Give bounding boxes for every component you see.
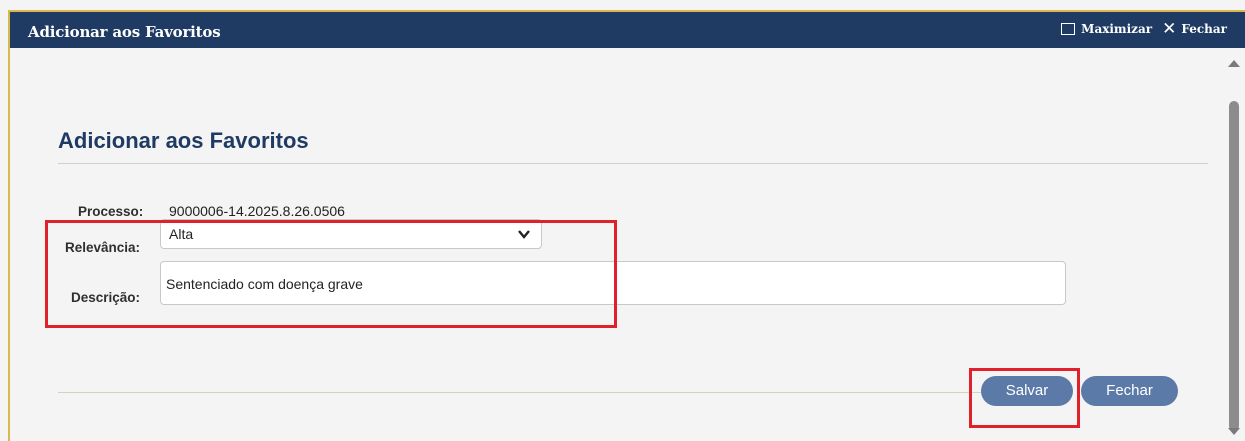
processo-label: Processo:	[78, 204, 144, 219]
window-close-label: Fechar	[1181, 22, 1227, 36]
close-button[interactable]: Fechar	[1081, 376, 1178, 406]
scroll-up-icon[interactable]	[1228, 60, 1240, 67]
maximize-button[interactable]: Maximizar	[1061, 22, 1152, 36]
relevancia-label: Relevância:	[65, 240, 141, 255]
descricao-value: Sentenciado com doença grave	[166, 276, 363, 292]
maximize-icon	[1061, 23, 1076, 35]
title-bar: Adicionar aos Favoritos Maximizar ✕ Fech…	[10, 12, 1245, 48]
relevancia-selected-value: Alta	[169, 226, 194, 242]
close-icon: ✕	[1162, 19, 1177, 39]
form-heading: Adicionar aos Favoritos	[58, 128, 309, 153]
relevancia-select[interactable]: Alta	[160, 219, 542, 249]
save-button[interactable]: Salvar	[981, 376, 1073, 406]
vertical-scrollbar[interactable]	[1227, 48, 1241, 441]
window-controls: Maximizar ✕ Fechar	[1051, 19, 1227, 39]
window-close-button[interactable]: ✕ Fechar	[1162, 19, 1227, 39]
footer-divider	[58, 392, 1068, 393]
scroll-down-icon[interactable]	[1228, 428, 1240, 435]
heading-divider	[58, 163, 1208, 164]
descricao-label: Descrição:	[71, 290, 141, 305]
maximize-label: Maximizar	[1081, 22, 1153, 36]
window-title: Adicionar aos Favoritos	[28, 23, 221, 41]
descricao-input[interactable]: Sentenciado com doença grave	[160, 261, 1066, 305]
chevron-down-icon	[518, 230, 530, 239]
processo-value: 9000006-14.2025.8.26.0506	[169, 203, 345, 219]
scroll-thumb[interactable]	[1229, 101, 1239, 431]
